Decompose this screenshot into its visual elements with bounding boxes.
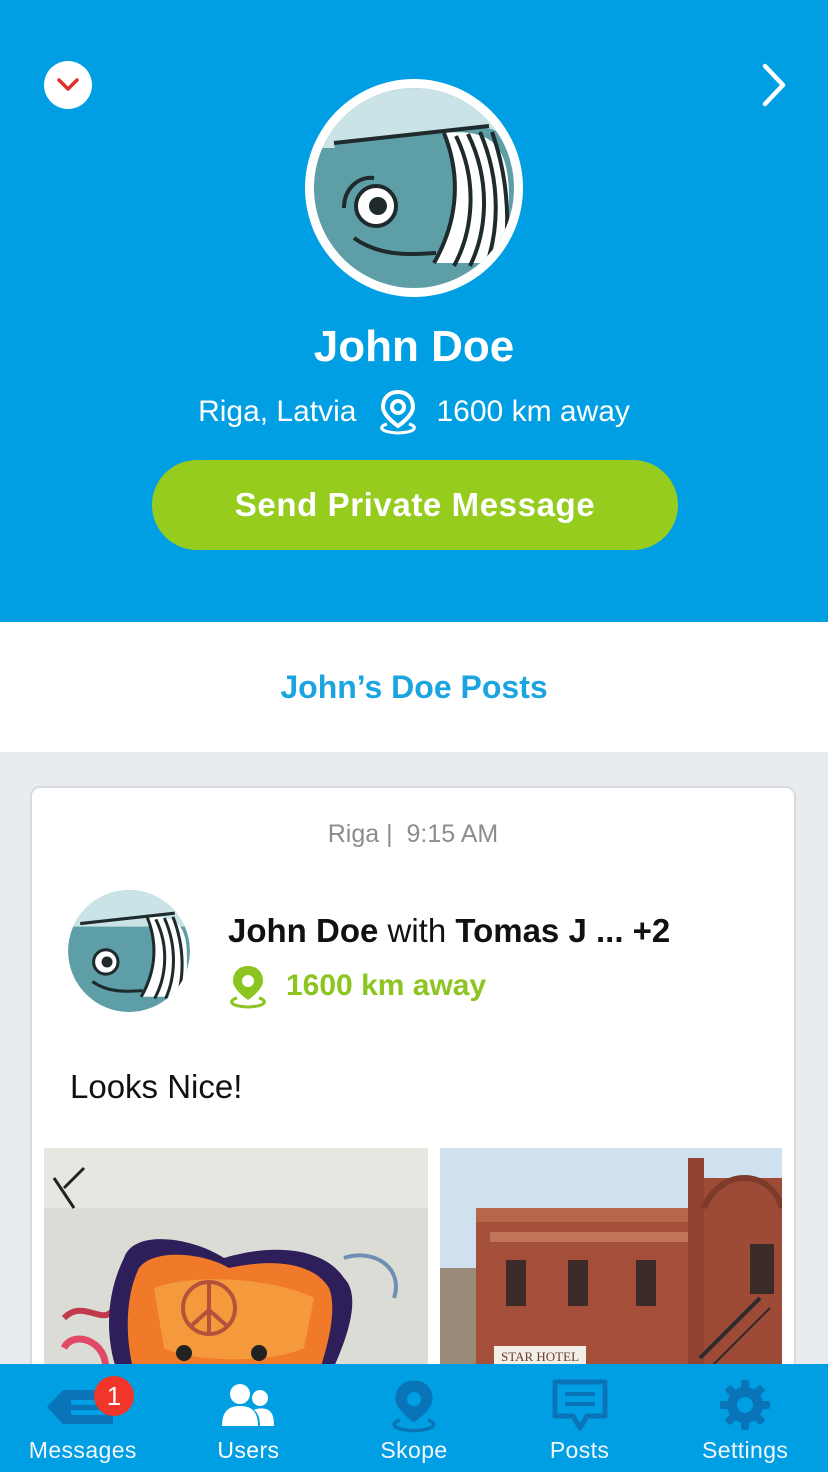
post-author-name[interactable]: John Doe	[228, 912, 378, 949]
gear-icon	[718, 1377, 772, 1433]
post-author-avatar[interactable]	[68, 890, 190, 1012]
post-photo-partial[interactable]	[794, 1148, 796, 1388]
posts-section-header: John’s Doe Posts	[0, 622, 828, 752]
next-profile-button[interactable]	[752, 60, 796, 110]
tab-skope[interactable]: Skope	[331, 1364, 497, 1472]
profile-name: John Doe	[313, 322, 515, 371]
tab-label-settings: Settings	[702, 1437, 789, 1463]
tab-settings[interactable]: Settings	[662, 1364, 828, 1472]
profile-header: John Doe Riga, Latvia 1600 km away Send …	[0, 0, 828, 622]
post-city: Riga |	[327, 820, 393, 848]
send-private-message-button[interactable]: Send Private Message	[152, 460, 678, 550]
post-body-text: Looks Nice!	[70, 1068, 243, 1105]
tab-label-users: Users	[217, 1437, 280, 1463]
tab-users[interactable]: Users	[166, 1364, 332, 1472]
bottom-tab-bar: Messages 1 Users Skope Posts Settings	[0, 1364, 828, 1472]
post-time: 9:15 AM	[406, 820, 499, 848]
chat-bubble-icon	[551, 1377, 609, 1433]
post-tagged-users[interactable]: Tomas J ... +2	[455, 912, 670, 949]
whale-avatar-image	[68, 890, 190, 1012]
tab-label-posts: Posts	[549, 1437, 610, 1463]
post-card[interactable]: Riga | 9:15 AM John Doe with Tomas J ...…	[30, 786, 796, 1426]
profile-avatar	[305, 79, 523, 297]
location-pin-icon	[386, 1377, 442, 1433]
post-photo-building[interactable]: STAR HOTEL	[440, 1148, 782, 1388]
tab-label-messages: Messages	[28, 1437, 137, 1463]
location-pin-icon	[375, 388, 421, 436]
collapse-button[interactable]	[44, 61, 92, 109]
chevron-down-icon	[57, 78, 79, 91]
post-with-word: with	[387, 912, 447, 949]
post-distance: 1600 km away	[224, 962, 486, 1010]
post-meta: Riga | 9:15 AM	[32, 820, 794, 849]
users-icon	[218, 1377, 278, 1433]
tab-messages[interactable]: Messages 1	[0, 1364, 166, 1472]
location-pin-icon	[224, 962, 272, 1010]
post-photo-graffiti[interactable]	[44, 1148, 428, 1388]
profile-meta: Riga, Latvia 1600 km away	[0, 388, 828, 436]
post-distance-text: 1600 km away	[286, 969, 487, 1002]
whale-avatar-image	[314, 88, 514, 288]
posts-section-title: John’s Doe Posts	[280, 668, 548, 705]
chevron-right-icon	[762, 63, 786, 107]
unread-badge: 1	[94, 1376, 134, 1416]
profile-distance: 1600 km away	[436, 395, 630, 428]
tab-posts[interactable]: Posts	[497, 1364, 663, 1472]
post-author-line: John Doe with Tomas J ... +2	[228, 912, 670, 950]
profile-location: Riga, Latvia	[198, 395, 357, 428]
svg-text:STAR HOTEL: STAR HOTEL	[501, 1349, 579, 1364]
tab-label-skope: Skope	[380, 1437, 448, 1463]
